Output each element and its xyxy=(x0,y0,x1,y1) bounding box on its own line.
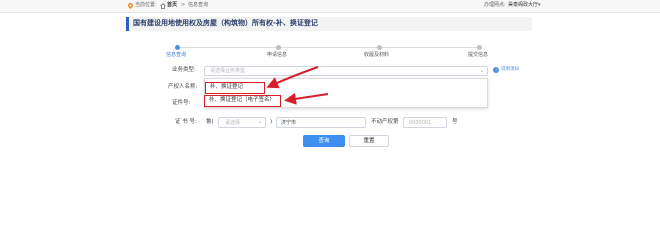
annotation-arrow-2 xyxy=(284,92,329,105)
annotation-arrows xyxy=(266,66,329,105)
annotation-arrow-1 xyxy=(266,66,319,89)
